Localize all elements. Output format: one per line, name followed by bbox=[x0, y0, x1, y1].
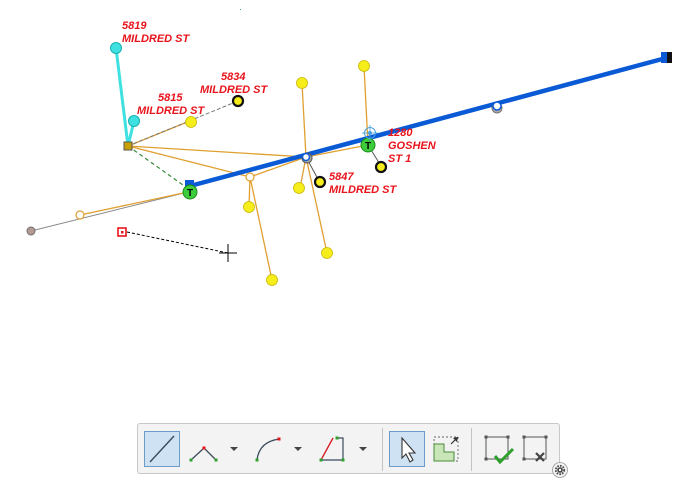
address-label: 5847 MILDRED ST bbox=[329, 171, 398, 196]
meter bbox=[185, 116, 197, 128]
sketch-line bbox=[126, 231, 229, 254]
toolbar-separator bbox=[382, 428, 383, 471]
arc-tool-button[interactable] bbox=[250, 431, 286, 467]
sketch-start-vertex-dot bbox=[121, 231, 124, 234]
trace-tool-icon bbox=[319, 436, 345, 462]
trace-tool-button[interactable] bbox=[314, 431, 350, 467]
address-label: 1280 GOSHEN ST 1 bbox=[388, 127, 437, 165]
meter bbox=[313, 175, 327, 189]
line-tool-button[interactable] bbox=[144, 431, 180, 467]
svg-text:T: T bbox=[187, 188, 193, 199]
meter bbox=[374, 160, 388, 174]
arc-line-icon bbox=[255, 437, 281, 462]
selected-meter[interactable] bbox=[128, 115, 140, 127]
meter bbox=[293, 182, 305, 194]
chevron-down-icon[interactable] bbox=[229, 443, 239, 455]
address-label: 5815 MILDRED ST bbox=[137, 92, 206, 117]
chevron-down-icon[interactable] bbox=[358, 443, 368, 455]
address-label: 5834 MILDRED ST bbox=[200, 71, 269, 96]
address-label: 5819 MILDRED ST bbox=[122, 20, 191, 45]
dashed-line bbox=[127, 145, 191, 191]
segmented-line-icon bbox=[189, 446, 218, 462]
arrow-pointer-icon bbox=[401, 436, 417, 463]
reshape-icon bbox=[433, 436, 459, 462]
crosshair-cursor-icon bbox=[219, 244, 237, 262]
svg-text:T: T bbox=[365, 141, 371, 152]
meter bbox=[358, 60, 370, 72]
checkmark-icon bbox=[484, 435, 515, 465]
meter bbox=[321, 247, 333, 259]
gray-line[interactable] bbox=[30, 191, 189, 232]
map-canvas[interactable]: T T 5819 MILDRED ST 5834 MILDRED ST 5815 MI… bbox=[0, 0, 697, 493]
finish-sketch-button[interactable] bbox=[480, 431, 516, 467]
gray-node[interactable] bbox=[26, 226, 36, 236]
chevron-down-icon[interactable] bbox=[293, 443, 303, 455]
pole-square[interactable] bbox=[123, 141, 133, 151]
map-dot bbox=[240, 9, 241, 10]
meter bbox=[243, 201, 255, 213]
select-tool-button[interactable] bbox=[389, 431, 425, 467]
meter bbox=[266, 274, 278, 286]
line-endpoint bbox=[667, 52, 672, 63]
transformer[interactable]: T bbox=[360, 137, 376, 153]
service-node[interactable] bbox=[75, 210, 85, 220]
junction-node[interactable] bbox=[492, 101, 502, 111]
close-icon bbox=[522, 435, 548, 462]
gear-icon[interactable] bbox=[552, 462, 568, 478]
cancel-sketch-button[interactable] bbox=[518, 431, 554, 467]
service-node[interactable] bbox=[245, 172, 255, 182]
line-tool-icon bbox=[149, 435, 175, 463]
meter bbox=[231, 94, 245, 108]
segmented-tool-button[interactable] bbox=[185, 431, 221, 467]
selected-meter[interactable] bbox=[110, 42, 122, 54]
reshape-tool-button[interactable] bbox=[428, 431, 464, 467]
junction-node[interactable] bbox=[301, 152, 311, 162]
selected-line[interactable] bbox=[114, 47, 130, 147]
toolbar-separator bbox=[471, 428, 472, 471]
sketch-toolbar bbox=[137, 423, 560, 474]
meter bbox=[296, 77, 308, 89]
primary-line[interactable] bbox=[189, 55, 667, 189]
transformer[interactable]: T bbox=[182, 184, 198, 200]
